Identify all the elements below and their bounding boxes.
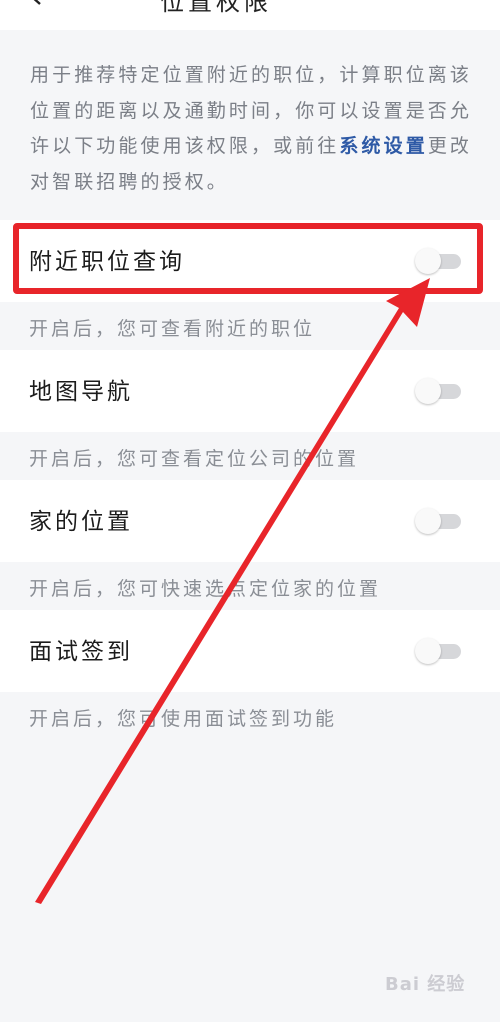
interview-checkin-toggle[interactable]	[415, 638, 461, 664]
location-permission-page: 位置权限 用于推荐特定位置附近的职位，计算职位离该位置的距离以及通勤时间，你可以…	[0, 0, 500, 1022]
home-location-toggle[interactable]	[415, 508, 461, 534]
watermark-logo: Bai 经验	[385, 974, 466, 995]
setting-hint: 开启后，您可查看附近的职位	[29, 318, 316, 340]
setting-row-home-location[interactable]: 家的位置	[0, 480, 500, 562]
setting-hint: 开启后，您可快速选点定位家的位置	[29, 578, 382, 600]
highlight-box	[13, 223, 483, 294]
setting-hint: 开启后，您可查看定位公司的位置	[29, 448, 360, 470]
setting-label: 家的位置	[29, 509, 133, 535]
system-settings-link[interactable]: 系统设置	[339, 135, 427, 157]
intro-text: 用于推荐特定位置附近的职位，计算职位离该位置的距离以及通勤时间，你可以设置是否允…	[30, 58, 475, 200]
setting-label: 面试签到	[29, 639, 133, 665]
toggle-knob	[415, 638, 441, 664]
back-arrow-icon[interactable]	[26, 0, 46, 6]
top-bar: 位置权限	[0, 0, 500, 30]
toggle-knob	[415, 508, 441, 534]
page-title: 位置权限	[160, 0, 272, 16]
setting-hint: 开启后，您可使用面试签到功能	[29, 708, 338, 730]
toggle-knob	[415, 378, 441, 404]
map-navigation-toggle[interactable]	[415, 378, 461, 404]
setting-row-interview-checkin[interactable]: 面试签到	[0, 610, 500, 692]
setting-label: 地图导航	[29, 379, 133, 405]
setting-row-map-navigation[interactable]: 地图导航	[0, 350, 500, 432]
